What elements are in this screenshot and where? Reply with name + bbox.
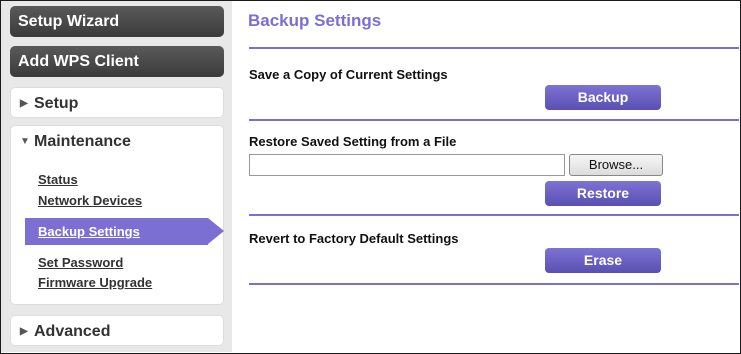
triangle-right-icon: ▶ bbox=[20, 98, 28, 109]
active-item-arrow bbox=[208, 218, 224, 244]
revert-label: Revert to Factory Default Settings bbox=[249, 231, 459, 246]
backup-button[interactable]: Backup bbox=[545, 85, 661, 110]
sidebar-item-advanced[interactable]: ▶ Advanced bbox=[10, 315, 224, 346]
submenu-link-status[interactable]: Status bbox=[38, 172, 78, 187]
file-path-input[interactable] bbox=[249, 154, 565, 176]
submenu-link-set-password[interactable]: Set Password bbox=[38, 255, 123, 270]
setup-wizard-button[interactable]: Setup Wizard bbox=[10, 6, 224, 37]
restore-label: Restore Saved Setting from a File bbox=[249, 134, 457, 149]
divider bbox=[249, 119, 739, 121]
maintenance-label: Maintenance bbox=[34, 133, 131, 150]
divider bbox=[249, 47, 739, 49]
triangle-right-icon: ▶ bbox=[20, 326, 28, 337]
sidebar-item-setup[interactable]: ▶ Setup bbox=[10, 87, 224, 118]
page-title: Backup Settings bbox=[248, 11, 382, 30]
save-copy-label: Save a Copy of Current Settings bbox=[249, 67, 448, 82]
submenu-link-firmware-upgrade[interactable]: Firmware Upgrade bbox=[38, 275, 152, 290]
divider bbox=[249, 214, 739, 216]
triangle-down-icon: ▼ bbox=[20, 136, 30, 147]
sidebar-item-maintenance[interactable]: ▼ Maintenance bbox=[10, 125, 224, 156]
setup-label: Setup bbox=[34, 95, 79, 112]
sidebar: Setup Wizard Add WPS Client ▶ Setup ▼ Main… bbox=[1, 1, 232, 352]
submenu-link-network-devices[interactable]: Network Devices bbox=[38, 193, 142, 208]
restore-button[interactable]: Restore bbox=[545, 181, 661, 206]
main-content: Backup Settings Save a Copy of Current S… bbox=[232, 1, 739, 352]
divider bbox=[249, 283, 739, 285]
add-wps-client-label: Add WPS Client bbox=[18, 53, 139, 70]
setup-wizard-label: Setup Wizard bbox=[18, 13, 120, 30]
browse-button[interactable]: Browse... bbox=[569, 154, 663, 176]
erase-button[interactable]: Erase bbox=[545, 248, 661, 273]
add-wps-client-button[interactable]: Add WPS Client bbox=[10, 46, 224, 77]
advanced-label: Advanced bbox=[34, 323, 111, 340]
submenu-link-backup-settings[interactable]: Backup Settings bbox=[38, 224, 140, 239]
